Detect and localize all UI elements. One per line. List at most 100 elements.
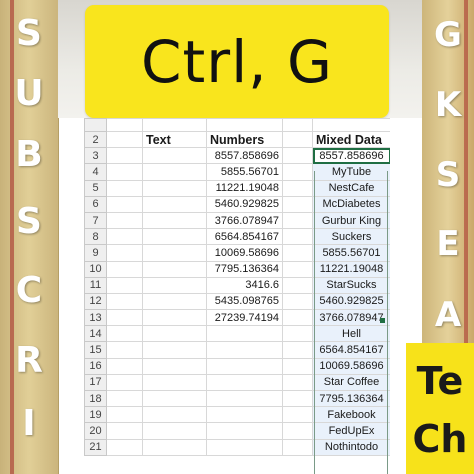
row-header[interactable]: 6	[84, 195, 107, 213]
text-cell[interactable]	[142, 163, 207, 181]
numbers-cell[interactable]: 5460.929825	[206, 195, 283, 213]
cell[interactable]	[282, 389, 313, 408]
mixed-data-cell[interactable]: 3766.078947	[312, 309, 390, 327]
text-cell[interactable]	[142, 276, 207, 294]
cell[interactable]	[106, 357, 143, 375]
row-header[interactable]: 13	[84, 309, 107, 327]
text-cell[interactable]	[142, 292, 207, 311]
row-header[interactable]: 14	[84, 325, 107, 343]
row-header[interactable]: 12	[84, 292, 107, 311]
cell[interactable]	[282, 292, 313, 311]
mixed-data-cell[interactable]: 8557.858696	[312, 147, 390, 165]
cell[interactable]	[282, 373, 313, 392]
cell[interactable]	[106, 373, 143, 392]
spreadsheet-grid[interactable]: 2 Text Numbers Mixed Data 3 8557.858696 8557.8…	[84, 118, 390, 474]
cell[interactable]	[106, 292, 143, 311]
numbers-cell[interactable]	[206, 438, 283, 456]
mixed-data-cell[interactable]: Star Coffee	[312, 373, 390, 392]
mixed-data-cell[interactable]: 5855.56701	[312, 244, 390, 262]
text-cell[interactable]	[142, 422, 207, 440]
numbers-cell[interactable]: 3416.6	[206, 276, 283, 294]
cell[interactable]	[106, 244, 143, 262]
mixed-data-cell[interactable]: MyTube	[312, 163, 390, 181]
row-header[interactable]: 11	[84, 276, 107, 294]
cell[interactable]	[106, 118, 143, 132]
mixed-data-cell[interactable]: Hell	[312, 325, 390, 343]
cell[interactable]	[282, 341, 313, 359]
cell[interactable]	[282, 406, 313, 424]
cell[interactable]	[282, 422, 313, 440]
header-text[interactable]: Text	[142, 130, 207, 149]
cell[interactable]	[106, 309, 143, 327]
text-cell[interactable]	[142, 389, 207, 408]
header-mixed-data[interactable]: Mixed Data	[312, 130, 390, 149]
row-header[interactable]: 5	[84, 179, 107, 197]
text-cell[interactable]	[142, 244, 207, 262]
mixed-data-cell[interactable]: Fakebook	[312, 406, 390, 424]
cell[interactable]	[282, 147, 313, 165]
cell[interactable]	[106, 147, 143, 165]
numbers-cell[interactable]: 3766.078947	[206, 211, 283, 230]
cell[interactable]	[282, 211, 313, 230]
numbers-cell[interactable]: 27239.74194	[206, 309, 283, 327]
mixed-data-cell[interactable]: Gurbur King	[312, 211, 390, 230]
cell[interactable]	[106, 228, 143, 246]
row-header[interactable]: 2	[84, 130, 107, 149]
cell[interactable]	[282, 179, 313, 197]
cell[interactable]	[282, 260, 313, 278]
cell[interactable]	[312, 118, 390, 132]
numbers-cell[interactable]: 11221.19048	[206, 179, 283, 197]
cell[interactable]	[106, 276, 143, 294]
text-cell[interactable]	[142, 179, 207, 197]
numbers-cell[interactable]: 5435.098765	[206, 292, 283, 311]
cell[interactable]	[106, 325, 143, 343]
cell[interactable]	[282, 357, 313, 375]
numbers-cell[interactable]: 7795.136364	[206, 260, 283, 278]
cell[interactable]	[282, 244, 313, 262]
text-cell[interactable]	[142, 406, 207, 424]
numbers-cell[interactable]: 8557.858696	[206, 147, 283, 165]
numbers-cell[interactable]	[206, 389, 283, 408]
text-cell[interactable]	[142, 357, 207, 375]
row-header[interactable]: 8	[84, 228, 107, 246]
numbers-cell[interactable]: 6564.854167	[206, 228, 283, 246]
cell[interactable]	[106, 130, 143, 149]
text-cell[interactable]	[142, 438, 207, 456]
mixed-data-cell[interactable]: 11221.19048	[312, 260, 390, 278]
row-header[interactable]: 10	[84, 260, 107, 278]
text-cell[interactable]	[142, 260, 207, 278]
text-cell[interactable]	[142, 325, 207, 343]
cell[interactable]	[106, 389, 143, 408]
cell[interactable]	[142, 118, 207, 132]
cell[interactable]	[106, 163, 143, 181]
mixed-data-cell[interactable]: NestCafe	[312, 179, 390, 197]
row-header[interactable]	[84, 118, 107, 132]
text-cell[interactable]	[142, 309, 207, 327]
cell[interactable]	[282, 118, 313, 132]
mixed-data-cell[interactable]: StarSucks	[312, 276, 390, 294]
cell[interactable]	[282, 228, 313, 246]
cell[interactable]	[106, 195, 143, 213]
cell[interactable]	[106, 438, 143, 456]
cell[interactable]	[282, 276, 313, 294]
row-header[interactable]: 19	[84, 406, 107, 424]
row-header[interactable]: 20	[84, 422, 107, 440]
mixed-data-cell[interactable]: 10069.58696	[312, 357, 390, 375]
cell[interactable]	[282, 438, 313, 456]
numbers-cell[interactable]	[206, 341, 283, 359]
cell[interactable]	[206, 118, 283, 132]
row-header[interactable]: 7	[84, 211, 107, 230]
cell[interactable]	[106, 341, 143, 359]
cell[interactable]	[282, 195, 313, 213]
cell[interactable]	[106, 179, 143, 197]
mixed-data-cell[interactable]: Nothintodo	[312, 438, 390, 456]
cell[interactable]	[106, 211, 143, 230]
row-header[interactable]: 15	[84, 341, 107, 359]
mixed-data-cell[interactable]: McDiabetes	[312, 195, 390, 213]
row-header[interactable]: 21	[84, 438, 107, 456]
cell[interactable]	[106, 260, 143, 278]
numbers-cell[interactable]	[206, 325, 283, 343]
mixed-data-cell[interactable]: 5460.929825	[312, 292, 390, 311]
row-header[interactable]: 16	[84, 357, 107, 375]
numbers-cell[interactable]	[206, 422, 283, 440]
